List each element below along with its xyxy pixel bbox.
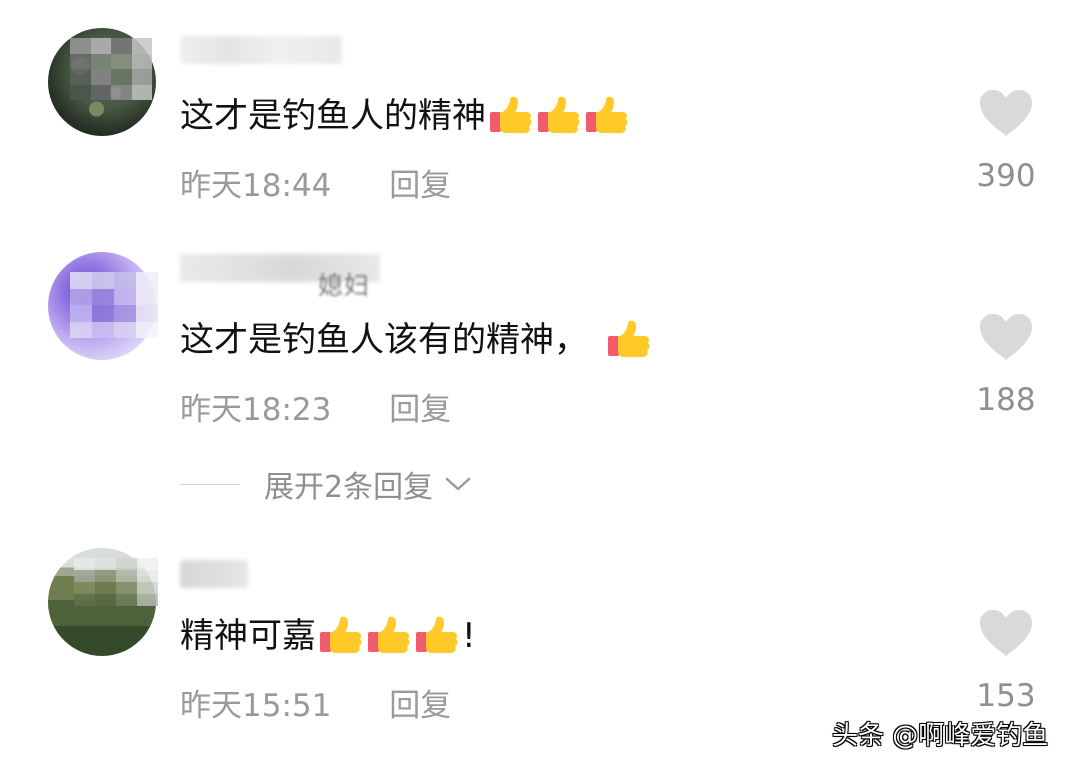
like-count: 153 — [976, 678, 1036, 714]
comment-time: 昨天15:51 — [180, 688, 332, 724]
like-control[interactable]: 153 — [970, 608, 1042, 714]
heart-icon[interactable] — [977, 608, 1035, 658]
chevron-down-icon — [445, 477, 471, 491]
username-blurred[interactable] — [180, 560, 248, 588]
comment-content: 精神可嘉 ! — [180, 614, 476, 658]
comment-meta: 昨天18:44 回复 — [180, 160, 451, 205]
heart-icon[interactable] — [977, 312, 1035, 362]
comment-content: 这才是钓鱼人的精神 — [180, 94, 632, 138]
comment-content: 这才是钓鱼人该有的精神， — [180, 318, 654, 362]
comment-meta: 昨天18:23 回复 — [180, 384, 451, 429]
reply-button[interactable]: 回复 — [389, 392, 451, 428]
comment-meta: 昨天15:51 回复 — [180, 680, 451, 725]
thumbs-up-emoji-icon — [320, 616, 362, 653]
comment-text: 这才是钓鱼人的精神 — [180, 96, 486, 136]
reply-button[interactable]: 回复 — [389, 168, 451, 204]
thumbs-up-emoji-icon — [490, 96, 532, 133]
avatar-mosaic — [74, 558, 158, 606]
expand-replies-label: 展开2条回复 — [264, 470, 434, 505]
like-control[interactable]: 390 — [970, 88, 1042, 194]
comment-time: 昨天18:44 — [180, 168, 332, 204]
avatar-mosaic — [70, 272, 158, 338]
emoji-row — [606, 318, 654, 362]
like-control[interactable]: 188 — [970, 312, 1042, 418]
reply-button[interactable]: 回复 — [389, 688, 451, 724]
thumbs-up-emoji-icon — [416, 616, 458, 653]
thumbs-up-emoji-icon — [368, 616, 410, 653]
emoji-row — [318, 614, 462, 658]
comment-trailing-text: ! — [462, 616, 476, 656]
like-count: 188 — [976, 382, 1036, 418]
avatar-mosaic — [70, 38, 152, 100]
watermark: 头条 @啊峰爱钓鱼 — [832, 721, 1049, 751]
comment-text: 这才是钓鱼人该有的精神， — [180, 320, 588, 360]
like-count: 390 — [976, 158, 1036, 194]
emoji-row — [488, 94, 632, 138]
comment-text: 精神可嘉 — [180, 616, 316, 656]
thumbs-up-emoji-icon — [538, 96, 580, 133]
comment-time: 昨天18:23 — [180, 392, 332, 428]
heart-icon[interactable] — [977, 88, 1035, 138]
thumbs-up-emoji-icon — [586, 96, 628, 133]
expand-replies-button[interactable]: 展开2条回复 — [180, 462, 473, 506]
divider — [180, 483, 240, 485]
thumbs-up-emoji-icon — [608, 320, 650, 357]
username-blurred[interactable] — [180, 36, 342, 64]
username-fragment: 媳妇 — [318, 271, 371, 300]
